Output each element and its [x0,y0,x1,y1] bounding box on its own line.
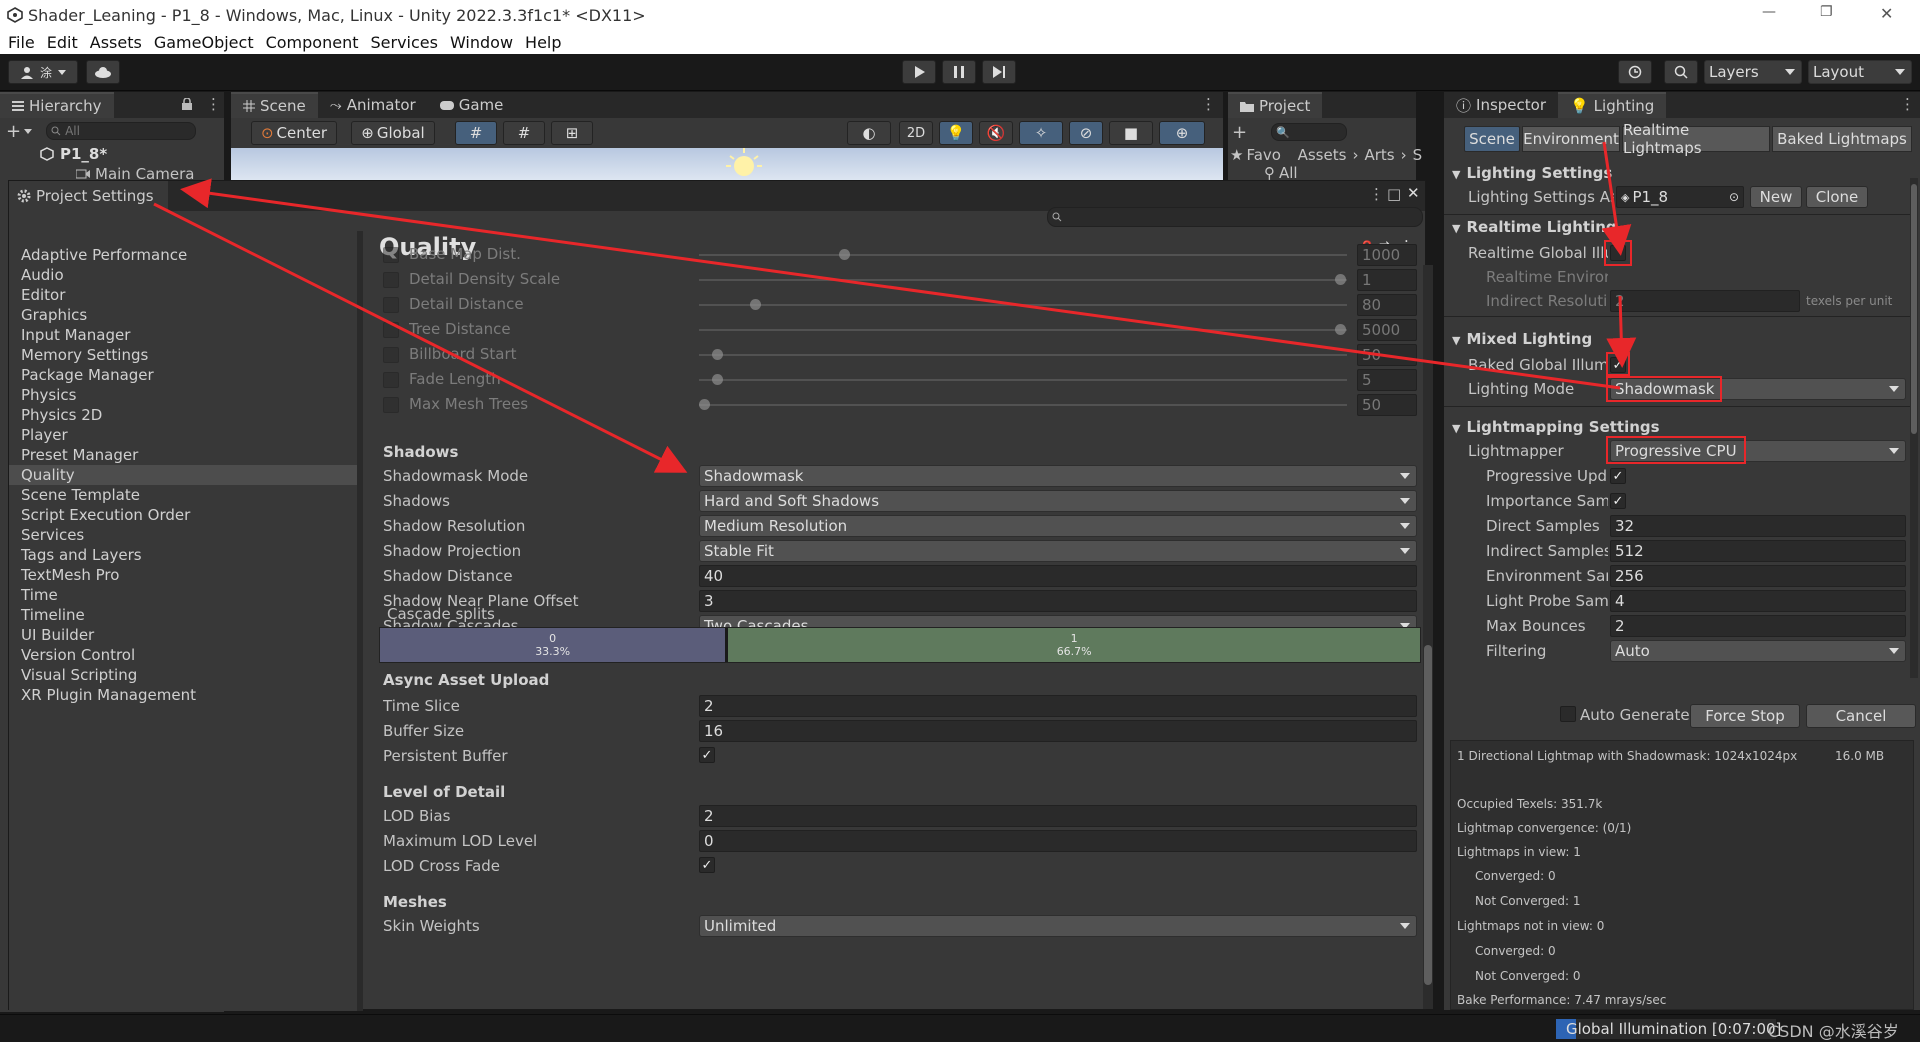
arrow-to-project-settings [180,178,1621,390]
arrow-to-baked-gi [1606,295,1637,368]
status-bar: Global Illumination [0:07:00] CSDN @水溪谷岁 [0,1014,1920,1042]
gi-progress-label: Global Illumination [0:07:00] [1566,1020,1782,1038]
gi-progress[interactable]: Global Illumination [0:07:00] [1556,1019,1781,1039]
arrow-to-shadowmask-mode [153,202,688,473]
arrow-to-realtime-gi [1601,141,1632,256]
watermark: CSDN @水溪谷岁 [1768,1022,1899,1041]
annotation-arrows [153,141,1637,473]
